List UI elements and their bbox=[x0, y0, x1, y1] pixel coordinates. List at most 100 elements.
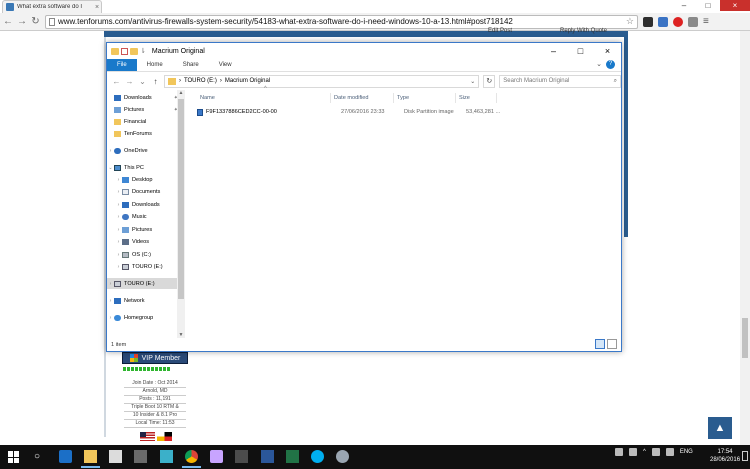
explorer-forward-icon[interactable]: → bbox=[125, 77, 134, 86]
nav-pane-scrollbar[interactable]: ▲ ▼ bbox=[177, 90, 185, 338]
nav-label: OneDrive bbox=[124, 147, 148, 154]
network-tray-icon[interactable] bbox=[651, 448, 660, 456]
explorer-minimize-button[interactable]: – bbox=[540, 43, 567, 59]
file-explorer-icon[interactable] bbox=[81, 450, 100, 468]
breadcrumb-drive[interactable]: TOURO (E:) bbox=[184, 78, 217, 84]
post-border bbox=[624, 37, 628, 237]
reply-quote-button[interactable]: Reply With Quote bbox=[560, 28, 607, 34]
properties-icon[interactable] bbox=[121, 47, 128, 55]
nav-item-videos[interactable]: › Videos bbox=[107, 236, 185, 247]
tab-home[interactable]: Home bbox=[137, 59, 173, 71]
search-icon[interactable]: ○ bbox=[34, 450, 47, 463]
minimize-button[interactable]: – bbox=[672, 0, 696, 11]
nav-item-touro-e-selected[interactable]: › TOURO (E:) bbox=[107, 278, 185, 289]
breadcrumb-folder[interactable]: Macrium Original bbox=[225, 78, 270, 84]
app-icon[interactable] bbox=[235, 450, 248, 463]
pictures-icon bbox=[122, 226, 129, 233]
extension-icon[interactable] bbox=[643, 16, 653, 27]
explorer-back-icon[interactable]: ← bbox=[112, 77, 121, 86]
close-button[interactable]: × bbox=[720, 0, 750, 11]
explorer-close-button[interactable]: × bbox=[594, 43, 621, 59]
scroll-down-icon[interactable]: ▼ bbox=[177, 332, 185, 338]
volume-icon[interactable] bbox=[665, 448, 674, 456]
store-icon[interactable] bbox=[109, 450, 122, 463]
bookmark-star-icon[interactable]: ☆ bbox=[626, 16, 637, 27]
word-icon[interactable] bbox=[261, 450, 274, 463]
app-icon[interactable] bbox=[210, 450, 223, 463]
language-indicator[interactable]: ENG bbox=[680, 449, 693, 455]
browser-tab[interactable]: What extra software do I × bbox=[2, 0, 102, 13]
edge-icon[interactable] bbox=[59, 450, 72, 463]
nav-item-homegroup[interactable]: › Homegroup bbox=[107, 312, 185, 323]
nav-item-desktop[interactable]: › Desktop bbox=[107, 174, 185, 185]
nav-item-documents[interactable]: › Documents bbox=[107, 186, 185, 197]
tray-icon[interactable] bbox=[629, 448, 637, 456]
scroll-up-icon[interactable]: ▲ bbox=[177, 90, 185, 96]
breadcrumb-sep-icon[interactable]: › bbox=[179, 78, 181, 84]
nav-item-this-pc[interactable]: ⌄ This PC bbox=[107, 162, 185, 173]
column-name[interactable]: Name bbox=[197, 93, 331, 103]
details-view-icon[interactable] bbox=[595, 339, 605, 349]
column-date-modified[interactable]: Date modified bbox=[331, 93, 394, 103]
file-explorer-window: ⇂ Macrium Original – □ × File Home Share… bbox=[106, 42, 622, 352]
nav-item-network[interactable]: › Network bbox=[107, 295, 185, 306]
nav-item-pictures[interactable]: Pictures ✦ bbox=[107, 104, 185, 115]
extension-icon[interactable] bbox=[688, 16, 698, 27]
app-icon[interactable] bbox=[336, 450, 349, 463]
large-icons-view-icon[interactable] bbox=[607, 339, 617, 349]
system-clock[interactable]: 17:54 28/06/2016 bbox=[710, 448, 740, 464]
ribbon-controls: ⌄ ? bbox=[596, 60, 615, 69]
skype-icon[interactable] bbox=[311, 450, 324, 463]
file-row[interactable]: F9F1337886CED2CC-00-00 27/06/2016 23:33 … bbox=[197, 107, 502, 118]
tab-share[interactable]: Share bbox=[173, 59, 209, 71]
breadcrumb-sep-icon[interactable]: › bbox=[220, 78, 222, 84]
nav-item-pictures-pc[interactable]: › Pictures bbox=[107, 224, 185, 235]
new-folder-icon[interactable] bbox=[130, 47, 138, 55]
tray-icon[interactable] bbox=[615, 448, 623, 456]
column-size[interactable]: Size bbox=[456, 93, 497, 103]
explorer-search-input[interactable]: Search Macrium Original ⌕ bbox=[499, 74, 622, 88]
help-icon[interactable]: ? bbox=[606, 60, 615, 69]
chrome-menu-icon[interactable]: ≡ bbox=[703, 16, 713, 27]
recent-locations-icon[interactable]: ⌄ bbox=[138, 77, 147, 86]
start-button[interactable] bbox=[8, 451, 20, 463]
tab-view[interactable]: View bbox=[209, 59, 242, 71]
up-arrow-icon[interactable]: ↑ bbox=[151, 77, 160, 86]
nav-item-downloads-pc[interactable]: › Downloads bbox=[107, 199, 185, 210]
back-arrow-icon[interactable]: ← bbox=[3, 16, 13, 27]
page-scroll-thumb[interactable] bbox=[742, 318, 748, 358]
page-info-icon[interactable] bbox=[49, 17, 55, 26]
tab-close-icon[interactable]: × bbox=[93, 4, 101, 11]
show-hidden-icons-icon[interactable]: ^ bbox=[643, 449, 646, 455]
excel-icon[interactable] bbox=[286, 450, 299, 463]
explorer-address-bar[interactable]: › TOURO (E:) › Macrium Original ⌄ bbox=[163, 74, 480, 88]
adblock-icon[interactable] bbox=[673, 16, 683, 27]
maximize-button[interactable]: □ bbox=[696, 0, 720, 11]
page-scrollbar[interactable] bbox=[740, 31, 750, 445]
nav-scroll-thumb[interactable] bbox=[178, 99, 184, 299]
edit-post-button[interactable]: Edit Post bbox=[488, 28, 512, 34]
reload-icon[interactable]: ↻ bbox=[31, 16, 40, 27]
address-bar[interactable]: www.tenforums.com/antivirus-firewalls-sy… bbox=[45, 14, 638, 29]
nav-item-financial[interactable]: Financial bbox=[107, 116, 185, 127]
app-icon[interactable] bbox=[134, 450, 147, 463]
column-type[interactable]: Type bbox=[394, 93, 456, 103]
nav-item-os-c[interactable]: › OS (C:) bbox=[107, 249, 185, 260]
nav-item-tenforums[interactable]: TenForums bbox=[107, 128, 185, 139]
back-to-top-button[interactable]: ▲ bbox=[708, 417, 732, 439]
nav-item-music[interactable]: › Music bbox=[107, 211, 185, 222]
extension-icon[interactable] bbox=[658, 16, 668, 27]
address-dropdown-icon[interactable]: ⌄ bbox=[470, 78, 478, 85]
action-center-icon[interactable] bbox=[742, 451, 748, 461]
expand-ribbon-icon[interactable]: ⌄ bbox=[596, 60, 602, 69]
chrome-icon[interactable] bbox=[182, 450, 201, 468]
forward-arrow-icon[interactable]: → bbox=[17, 16, 27, 27]
customize-qa-icon[interactable]: ⇂ bbox=[140, 47, 146, 55]
app-icon[interactable] bbox=[160, 450, 173, 463]
nav-item-touro-e[interactable]: › TOURO (E:) bbox=[107, 261, 185, 272]
tab-file[interactable]: File bbox=[107, 59, 137, 71]
refresh-icon[interactable]: ↻ bbox=[483, 74, 496, 88]
nav-item-downloads[interactable]: Downloads ✦ bbox=[107, 92, 185, 103]
explorer-maximize-button[interactable]: □ bbox=[567, 43, 594, 59]
nav-item-onedrive[interactable]: › OneDrive bbox=[107, 145, 185, 156]
